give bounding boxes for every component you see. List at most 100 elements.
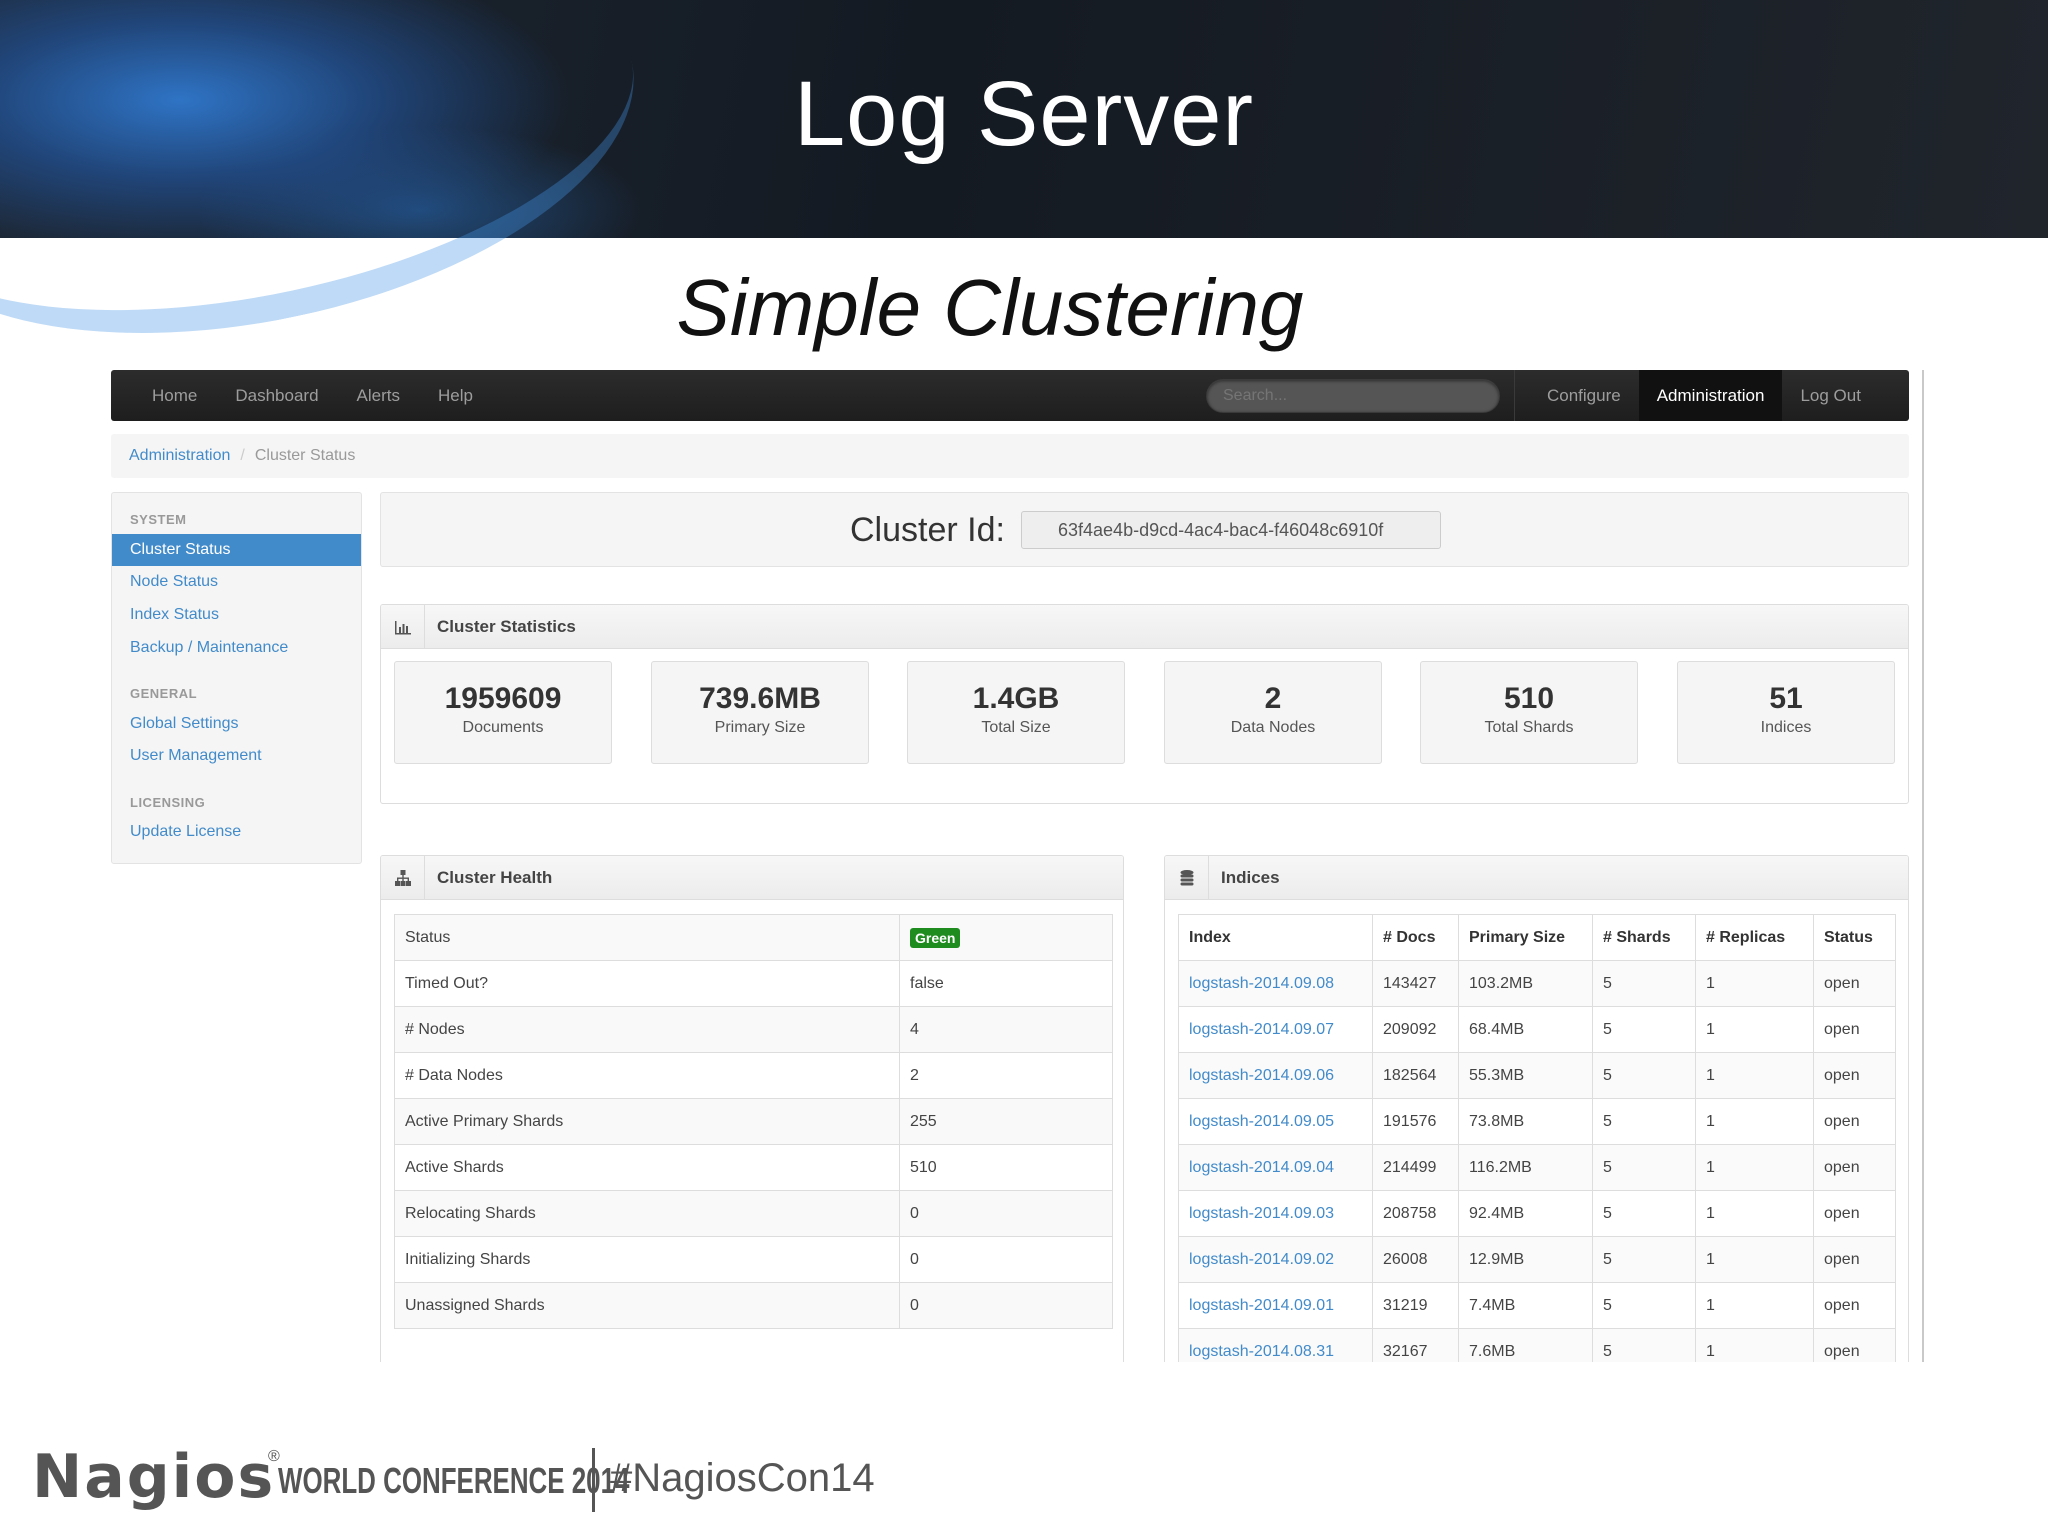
index-status: open — [1813, 1328, 1896, 1362]
table-row: Active Shards 510 — [394, 1144, 1113, 1191]
stat-primary-size: 739.6MB Primary Size — [651, 661, 869, 764]
sidebar-item-node-status[interactable]: Node Status — [112, 566, 361, 598]
index-link[interactable]: logstash-2014.09.03 — [1189, 1205, 1334, 1222]
index-shards: 5 — [1592, 1328, 1696, 1362]
index-name: logstash-2014.09.03 — [1178, 1190, 1373, 1237]
stat-value: 51 — [1769, 682, 1803, 715]
index-shards: 5 — [1592, 960, 1696, 1007]
sidebar-item-backup-maintenance[interactable]: Backup / Maintenance — [112, 632, 361, 664]
index-replicas: 1 — [1695, 1282, 1814, 1329]
index-link[interactable]: logstash-2014.09.04 — [1189, 1159, 1334, 1176]
breadcrumb: Administration / Cluster Status — [111, 434, 1909, 478]
index-link[interactable]: logstash-2014.09.07 — [1189, 1021, 1334, 1038]
index-replicas: 1 — [1695, 1328, 1814, 1362]
app-window: Home Dashboard Alerts Help Configure Adm… — [111, 370, 1909, 1362]
index-shards: 5 — [1592, 1052, 1696, 1099]
breadcrumb-current: Cluster Status — [254, 447, 356, 464]
index-docs: 26008 — [1372, 1236, 1459, 1283]
table-row: Initializing Shards 0 — [394, 1236, 1113, 1283]
sidebar-item-update-license[interactable]: Update License — [112, 816, 361, 848]
index-docs: 182564 — [1372, 1052, 1459, 1099]
col-index[interactable]: Index — [1178, 914, 1373, 961]
index-shards: 5 — [1592, 1190, 1696, 1237]
health-value: Green — [899, 914, 1113, 961]
index-docs: 143427 — [1372, 960, 1459, 1007]
search-input[interactable] — [1206, 379, 1500, 413]
index-replicas: 1 — [1695, 1052, 1814, 1099]
nav-left-menu: Home Dashboard Alerts Help — [133, 370, 492, 421]
stat-label: Documents — [462, 719, 544, 736]
index-status: open — [1813, 1098, 1896, 1145]
index-status: open — [1813, 1282, 1896, 1329]
index-name: logstash-2014.09.05 — [1178, 1098, 1373, 1145]
col-status[interactable]: Status — [1813, 914, 1896, 961]
health-value: false — [899, 960, 1113, 1007]
sitemap-icon — [381, 856, 425, 900]
index-primary-size: 68.4MB — [1458, 1006, 1593, 1053]
index-link[interactable]: logstash-2014.08.31 — [1189, 1343, 1334, 1360]
col-primary-size[interactable]: Primary Size — [1458, 914, 1593, 961]
cluster-health-heading: Cluster Health — [381, 856, 1123, 900]
stat-label: Indices — [1760, 719, 1812, 736]
stat-total-size: 1.4GB Total Size — [907, 661, 1125, 764]
index-primary-size: 7.6MB — [1458, 1328, 1593, 1362]
index-docs: 32167 — [1372, 1328, 1459, 1362]
slide-subtitle: Simple Clustering — [676, 263, 1304, 352]
table-row: # Nodes 4 — [394, 1006, 1113, 1053]
sidebar-item-global-settings[interactable]: Global Settings — [112, 708, 361, 740]
index-name: logstash-2014.09.02 — [1178, 1236, 1373, 1283]
health-value: 0 — [899, 1282, 1113, 1329]
sidebar-item-cluster-status[interactable]: Cluster Status — [112, 534, 361, 566]
index-primary-size: 116.2MB — [1458, 1144, 1593, 1191]
index-link[interactable]: logstash-2014.09.01 — [1189, 1297, 1334, 1314]
index-primary-size: 103.2MB — [1458, 960, 1593, 1007]
sidebar-item-user-management[interactable]: User Management — [112, 740, 361, 772]
nav-alerts[interactable]: Alerts — [338, 370, 419, 421]
index-primary-size: 92.4MB — [1458, 1190, 1593, 1237]
stat-value: 1959609 — [444, 682, 562, 715]
col-docs[interactable]: # Docs — [1372, 914, 1459, 961]
nav-logout[interactable]: Log Out — [1782, 370, 1879, 421]
stat-documents: 1959609 Documents — [394, 661, 612, 764]
index-status: open — [1813, 1144, 1896, 1191]
col-shards[interactable]: # Shards — [1592, 914, 1696, 961]
index-primary-size: 12.9MB — [1458, 1236, 1593, 1283]
index-shards: 5 — [1592, 1144, 1696, 1191]
table-row: logstash-2014.09.07 209092 68.4MB 5 1 open — [1178, 1006, 1896, 1053]
stat-label: Data Nodes — [1230, 719, 1316, 736]
slide-banner: Log Server — [0, 0, 2048, 396]
conference-name: WORLD CONFERENCE 2014 — [278, 1460, 630, 1501]
sidebar: SYSTEM Cluster Status Node Status Index … — [111, 492, 362, 864]
table-row: Unassigned Shards 0 — [394, 1282, 1113, 1329]
index-name: logstash-2014.09.08 — [1178, 960, 1373, 1007]
index-shards: 5 — [1592, 1006, 1696, 1053]
nav-dashboard[interactable]: Dashboard — [216, 370, 337, 421]
health-value: 4 — [899, 1006, 1113, 1053]
health-value: 0 — [899, 1236, 1113, 1283]
nav-administration[interactable]: Administration — [1638, 370, 1783, 421]
nav-divider — [1514, 370, 1515, 421]
index-link[interactable]: logstash-2014.09.02 — [1189, 1251, 1334, 1268]
nav-configure[interactable]: Configure — [1529, 370, 1639, 421]
index-replicas: 1 — [1695, 1190, 1814, 1237]
nav-home[interactable]: Home — [133, 370, 216, 421]
table-row: logstash-2014.09.04 214499 116.2MB 5 1 open — [1178, 1144, 1896, 1191]
indices-heading: Indices — [1165, 856, 1908, 900]
col-replicas[interactable]: # Replicas — [1695, 914, 1814, 961]
index-docs: 209092 — [1372, 1006, 1459, 1053]
index-link[interactable]: logstash-2014.09.08 — [1189, 975, 1334, 992]
cluster-id-well: Cluster Id: 63f4ae4b-d9cd-4ac4-bac4-f460… — [380, 492, 1909, 567]
index-link[interactable]: logstash-2014.09.06 — [1189, 1067, 1334, 1084]
stat-indices: 51 Indices — [1677, 661, 1895, 764]
index-status: open — [1813, 960, 1896, 1007]
cluster-id-value: 63f4ae4b-d9cd-4ac4-bac4-f46048c6910f — [1021, 511, 1441, 549]
index-link[interactable]: logstash-2014.09.05 — [1189, 1113, 1334, 1130]
index-name: logstash-2014.09.06 — [1178, 1052, 1373, 1099]
index-status: open — [1813, 1006, 1896, 1053]
nav-help[interactable]: Help — [419, 370, 492, 421]
breadcrumb-administration[interactable]: Administration — [129, 447, 230, 464]
index-replicas: 1 — [1695, 960, 1814, 1007]
sidebar-header-general: GENERAL — [130, 686, 198, 701]
index-replicas: 1 — [1695, 1098, 1814, 1145]
sidebar-item-index-status[interactable]: Index Status — [112, 599, 361, 631]
